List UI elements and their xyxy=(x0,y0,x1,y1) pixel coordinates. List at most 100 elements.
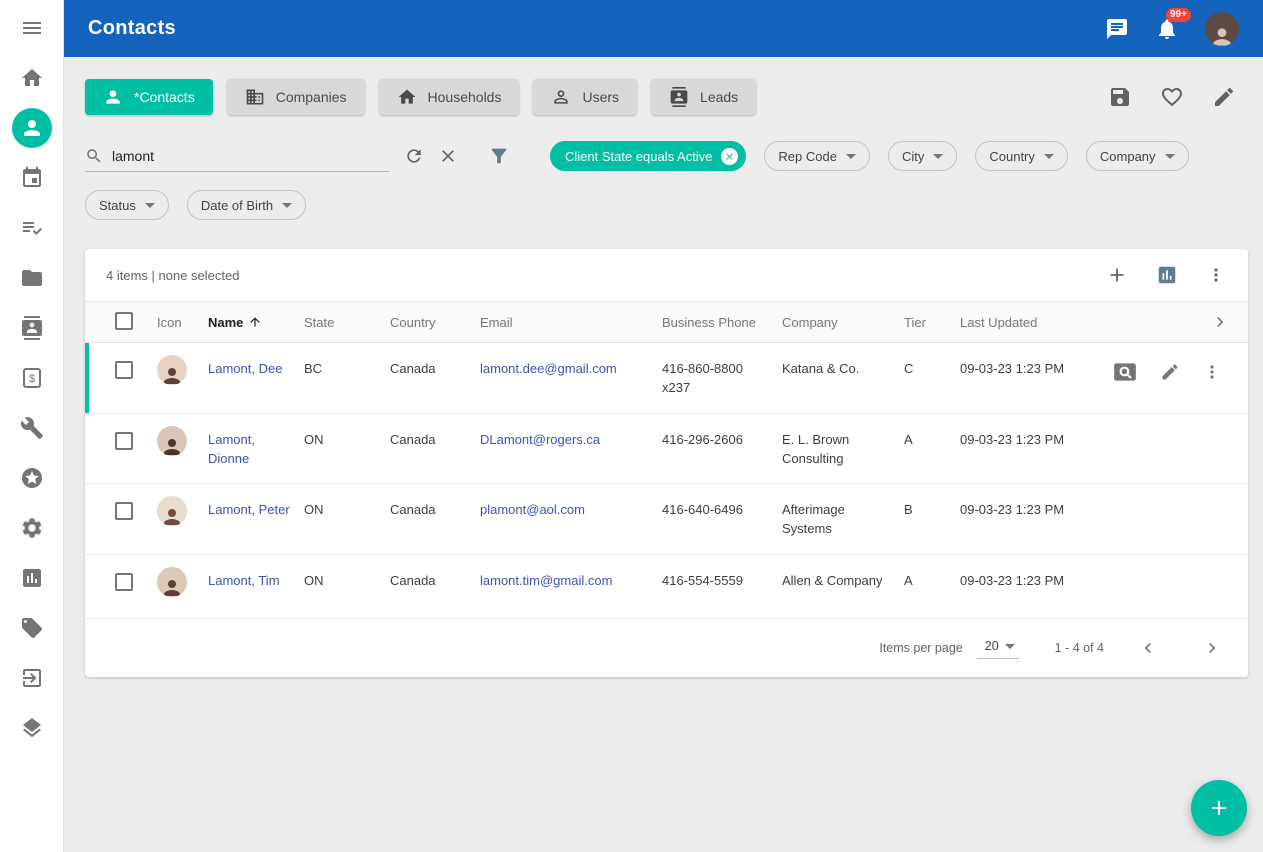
more-options-button[interactable] xyxy=(1206,265,1226,285)
sidebar-item-tasks[interactable] xyxy=(0,203,64,253)
notifications-button[interactable]: 99+ xyxy=(1155,17,1179,41)
column-header-phone[interactable]: Business Phone xyxy=(662,315,782,330)
chevron-down-icon xyxy=(145,203,155,208)
row-checkbox[interactable] xyxy=(115,361,133,379)
sidebar-item-tags[interactable] xyxy=(0,603,64,653)
row-actions xyxy=(1120,484,1236,500)
column-header-country[interactable]: Country xyxy=(390,315,480,330)
previous-page-button[interactable] xyxy=(1138,638,1158,658)
content-area: *Contacts Companies Households Users Lea… xyxy=(64,57,1263,852)
contact-name-link[interactable]: Lamont, Dee xyxy=(208,361,282,376)
home-icon xyxy=(20,66,44,90)
row-actions xyxy=(1120,555,1236,571)
filter-chip-country[interactable]: Country xyxy=(975,141,1068,171)
reports-button[interactable] xyxy=(1156,264,1178,286)
row-checkbox[interactable] xyxy=(115,432,133,450)
sidebar-item-tools[interactable] xyxy=(0,403,64,453)
table-row[interactable]: Lamont, Dee BC Canada lamont.dee@gmail.c… xyxy=(85,343,1248,414)
sidebar-item-favorites[interactable] xyxy=(0,453,64,503)
row-more-button[interactable] xyxy=(1202,362,1222,382)
chevron-down-icon xyxy=(282,203,292,208)
chat-button[interactable] xyxy=(1105,17,1129,41)
column-header-state[interactable]: State xyxy=(304,315,390,330)
pageview-icon xyxy=(1112,359,1138,385)
save-view-button[interactable] xyxy=(1108,85,1132,109)
contact-name-link[interactable]: Lamont, Peter xyxy=(208,502,290,517)
preview-contact-button[interactable] xyxy=(1112,359,1138,385)
avatar-cell xyxy=(157,343,208,406)
view-actions xyxy=(1108,85,1248,109)
plus-icon xyxy=(1207,796,1231,820)
table-row[interactable]: Lamont, Peter ON Canada plamont@aol.com … xyxy=(85,484,1248,555)
select-all-checkbox[interactable] xyxy=(115,312,133,330)
filter-chip-company[interactable]: Company xyxy=(1086,141,1189,171)
pencil-icon xyxy=(1212,85,1236,109)
contact-card-icon xyxy=(669,87,689,107)
email-link[interactable]: DLamont@rogers.ca xyxy=(480,432,600,447)
page-size-select[interactable]: 20 xyxy=(977,636,1019,659)
save-icon xyxy=(1108,85,1132,109)
checkbox-cell xyxy=(115,343,157,400)
contact-avatar xyxy=(157,567,187,597)
tab-users[interactable]: Users xyxy=(533,79,637,115)
applied-filter-chip[interactable]: Client State equals Active xyxy=(550,141,746,171)
sidebar-item-contact-cards[interactable] xyxy=(0,303,64,353)
tab-households[interactable]: Households xyxy=(379,79,520,115)
column-header-email[interactable]: Email xyxy=(480,315,662,330)
sidebar-item-contacts[interactable] xyxy=(0,103,64,153)
edit-contact-button[interactable] xyxy=(1160,362,1180,382)
bar-chart-icon xyxy=(1156,264,1178,286)
tab-leads[interactable]: Leads xyxy=(651,79,756,115)
column-header-tier[interactable]: Tier xyxy=(904,315,960,330)
selection-summary: 4 items | none selected xyxy=(106,268,239,283)
user-avatar[interactable] xyxy=(1205,12,1239,46)
column-header-company[interactable]: Company xyxy=(782,315,904,330)
tab-contacts[interactable]: *Contacts xyxy=(85,79,213,115)
email-link[interactable]: plamont@aol.com xyxy=(480,502,585,517)
sidebar-item-calendar[interactable] xyxy=(0,153,64,203)
contact-name-link[interactable]: Lamont, Tim xyxy=(208,573,280,588)
tab-companies[interactable]: Companies xyxy=(227,79,365,115)
remove-filter-button[interactable] xyxy=(721,148,738,165)
sidebar-item-reports[interactable] xyxy=(0,553,64,603)
add-contact-fab[interactable] xyxy=(1191,780,1247,836)
next-page-button[interactable] xyxy=(1202,638,1222,658)
filter-chip-date-of-birth[interactable]: Date of Birth xyxy=(187,190,306,220)
search-input[interactable] xyxy=(112,148,390,164)
sidebar-item-sign-out[interactable] xyxy=(0,653,64,703)
column-header-updated[interactable]: Last Updated xyxy=(960,315,1120,330)
tab-label: *Contacts xyxy=(134,89,195,105)
clear-search-button[interactable] xyxy=(438,146,458,166)
sidebar-menu-button[interactable] xyxy=(0,3,64,53)
expand-columns-button[interactable] xyxy=(1210,312,1236,332)
table-row[interactable]: Lamont, Dionne ON Canada DLamont@rogers.… xyxy=(85,414,1248,485)
filter-button[interactable] xyxy=(488,145,510,167)
row-checkbox[interactable] xyxy=(115,502,133,520)
company-cell: Allen & Company xyxy=(782,555,904,606)
add-contact-button[interactable] xyxy=(1106,264,1128,286)
email-link[interactable]: lamont.tim@gmail.com xyxy=(480,573,612,588)
sidebar-item-invoices[interactable] xyxy=(0,353,64,403)
email-link[interactable]: lamont.dee@gmail.com xyxy=(480,361,617,376)
sidebar-item-settings[interactable] xyxy=(0,503,64,553)
column-header-icon[interactable]: Icon xyxy=(157,315,208,330)
edit-view-button[interactable] xyxy=(1212,85,1236,109)
layers-icon xyxy=(20,716,44,740)
sidebar-item-layers[interactable] xyxy=(0,703,64,753)
row-actions xyxy=(1120,414,1236,430)
select-all-cell xyxy=(115,312,157,333)
updated-cell: 09-03-23 1:23 PM xyxy=(960,555,1120,606)
column-header-name[interactable]: Name xyxy=(208,315,304,330)
sidebar-item-home[interactable] xyxy=(0,53,64,103)
filter-chip-status[interactable]: Status xyxy=(85,190,169,220)
sidebar-item-folders[interactable] xyxy=(0,253,64,303)
refresh-search-button[interactable] xyxy=(404,146,424,166)
row-checkbox[interactable] xyxy=(115,573,133,591)
contact-name-link[interactable]: Lamont, Dionne xyxy=(208,432,255,466)
filter-chip-rep-code[interactable]: Rep Code xyxy=(764,141,870,171)
table-row[interactable]: Lamont, Tim ON Canada lamont.tim@gmail.c… xyxy=(85,555,1248,619)
filter-chips-row-2: Status Date of Birth xyxy=(85,190,306,220)
favorite-view-button[interactable] xyxy=(1160,85,1184,109)
filter-chip-city[interactable]: City xyxy=(888,141,957,171)
plus-icon xyxy=(1106,264,1128,286)
